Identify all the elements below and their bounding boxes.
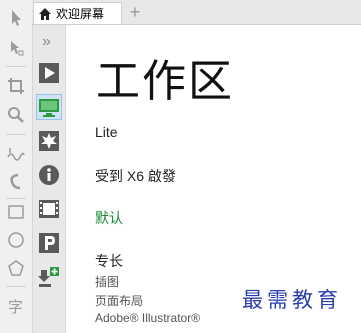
tab-title: 欢迎屏幕: [56, 7, 105, 21]
new-tab-button[interactable]: +: [124, 2, 146, 22]
tab-welcome-screen[interactable]: 欢迎屏幕: [33, 2, 122, 24]
film-icon[interactable]: [37, 197, 61, 221]
watermark: 最需教育: [242, 288, 342, 312]
p-icon[interactable]: [37, 231, 61, 255]
play-icon[interactable]: [37, 61, 61, 85]
starburst-icon[interactable]: [37, 129, 61, 153]
default-workspace-link[interactable]: 默认: [95, 208, 123, 228]
workspace-monitor-icon[interactable]: [36, 94, 62, 120]
inspired-by-text: 受到 X6 啟發: [95, 168, 176, 184]
polygon-icon[interactable]: [0, 254, 32, 282]
toolbox: 字: [0, 0, 33, 333]
workspace-edition: Lite: [95, 124, 118, 140]
download-plus-icon[interactable]: [37, 265, 61, 289]
ellipse-icon[interactable]: [0, 226, 32, 254]
crop-icon[interactable]: [0, 72, 32, 100]
page-title: 工作区: [96, 56, 234, 107]
collapse-icon[interactable]: »: [42, 33, 51, 51]
specialty-item: 页面布局: [95, 294, 144, 308]
tool-separator: [6, 134, 26, 135]
pick-tool-icon[interactable]: [0, 4, 32, 32]
document-tab-bar: 欢迎屏幕 +: [32, 0, 361, 25]
welcome-sidebar: »: [33, 25, 66, 333]
welcome-content: 工作区 Lite 受到 X6 啟發 默认 专长 插图 页面布局 Adobe® I…: [66, 25, 361, 333]
svg-text:字: 字: [8, 298, 23, 316]
zoom-icon[interactable]: [0, 101, 32, 129]
specialty-item: Adobe® Illustrator®: [95, 311, 201, 325]
rectangle-icon[interactable]: [0, 198, 32, 226]
specialty-title: 专长: [95, 253, 123, 269]
tool-separator: [6, 286, 26, 287]
home-icon: [39, 7, 51, 20]
text-icon[interactable]: 字: [0, 292, 32, 320]
freehand-icon[interactable]: [0, 141, 32, 169]
shape-edit-icon[interactable]: [0, 34, 32, 62]
tool-separator: [6, 66, 26, 67]
artistic-media-icon[interactable]: [0, 168, 32, 196]
specialty-item: 插图: [95, 275, 120, 289]
info-icon[interactable]: [37, 163, 61, 187]
